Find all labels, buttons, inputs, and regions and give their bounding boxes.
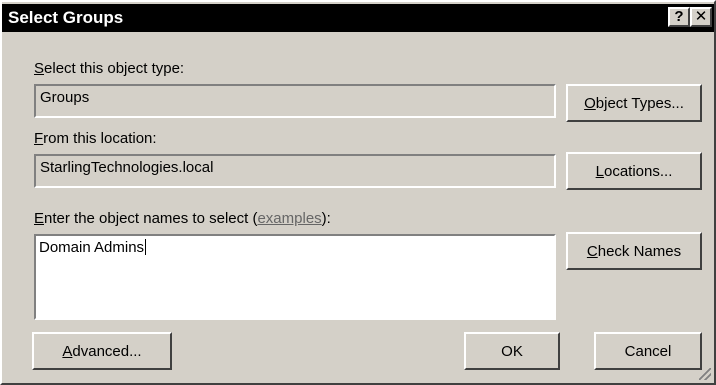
object-type-field: Groups — [34, 84, 556, 118]
locations-button-label: Locations... — [595, 162, 673, 180]
cancel-button-label: Cancel — [624, 342, 672, 360]
location-value: StarlingTechnologies.local — [40, 159, 214, 176]
object-type-label: Select this object type: — [34, 60, 185, 77]
object-names-value: Domain Admins — [39, 239, 145, 256]
close-icon: ✕ — [694, 8, 708, 25]
title-bar[interactable]: Select Groups ? ✕ — [2, 4, 714, 32]
advanced-button-label: Advanced... — [62, 342, 142, 360]
locations-button[interactable]: Locations... — [566, 152, 702, 190]
check-names-button-label: Check Names — [586, 242, 682, 260]
object-names-textarea[interactable]: Domain Admins — [34, 234, 556, 320]
help-icon: ? — [674, 8, 684, 25]
examples-link[interactable]: examples — [257, 210, 321, 227]
dialog-title: Select Groups — [8, 8, 124, 27]
resize-grip-icon[interactable] — [699, 368, 711, 380]
cancel-button[interactable]: Cancel — [594, 332, 702, 370]
ok-button-label: OK — [501, 342, 523, 360]
close-button[interactable]: ✕ — [690, 7, 712, 27]
location-label: From this location: — [34, 130, 157, 147]
ok-button[interactable]: OK — [464, 332, 560, 370]
text-caret — [145, 239, 147, 255]
advanced-button[interactable]: Advanced... — [32, 332, 172, 370]
object-names-label: Enter the object names to select (exampl… — [34, 210, 331, 227]
help-button[interactable]: ? — [668, 7, 690, 27]
check-names-button[interactable]: Check Names — [566, 232, 702, 270]
object-type-value: Groups — [40, 89, 90, 106]
location-field: StarlingTechnologies.local — [34, 154, 556, 188]
object-types-button[interactable]: Object Types... — [566, 84, 702, 122]
object-types-button-label: Object Types... — [584, 94, 684, 112]
select-groups-dialog: Select Groups ? ✕ Select this object typ… — [0, 0, 716, 385]
